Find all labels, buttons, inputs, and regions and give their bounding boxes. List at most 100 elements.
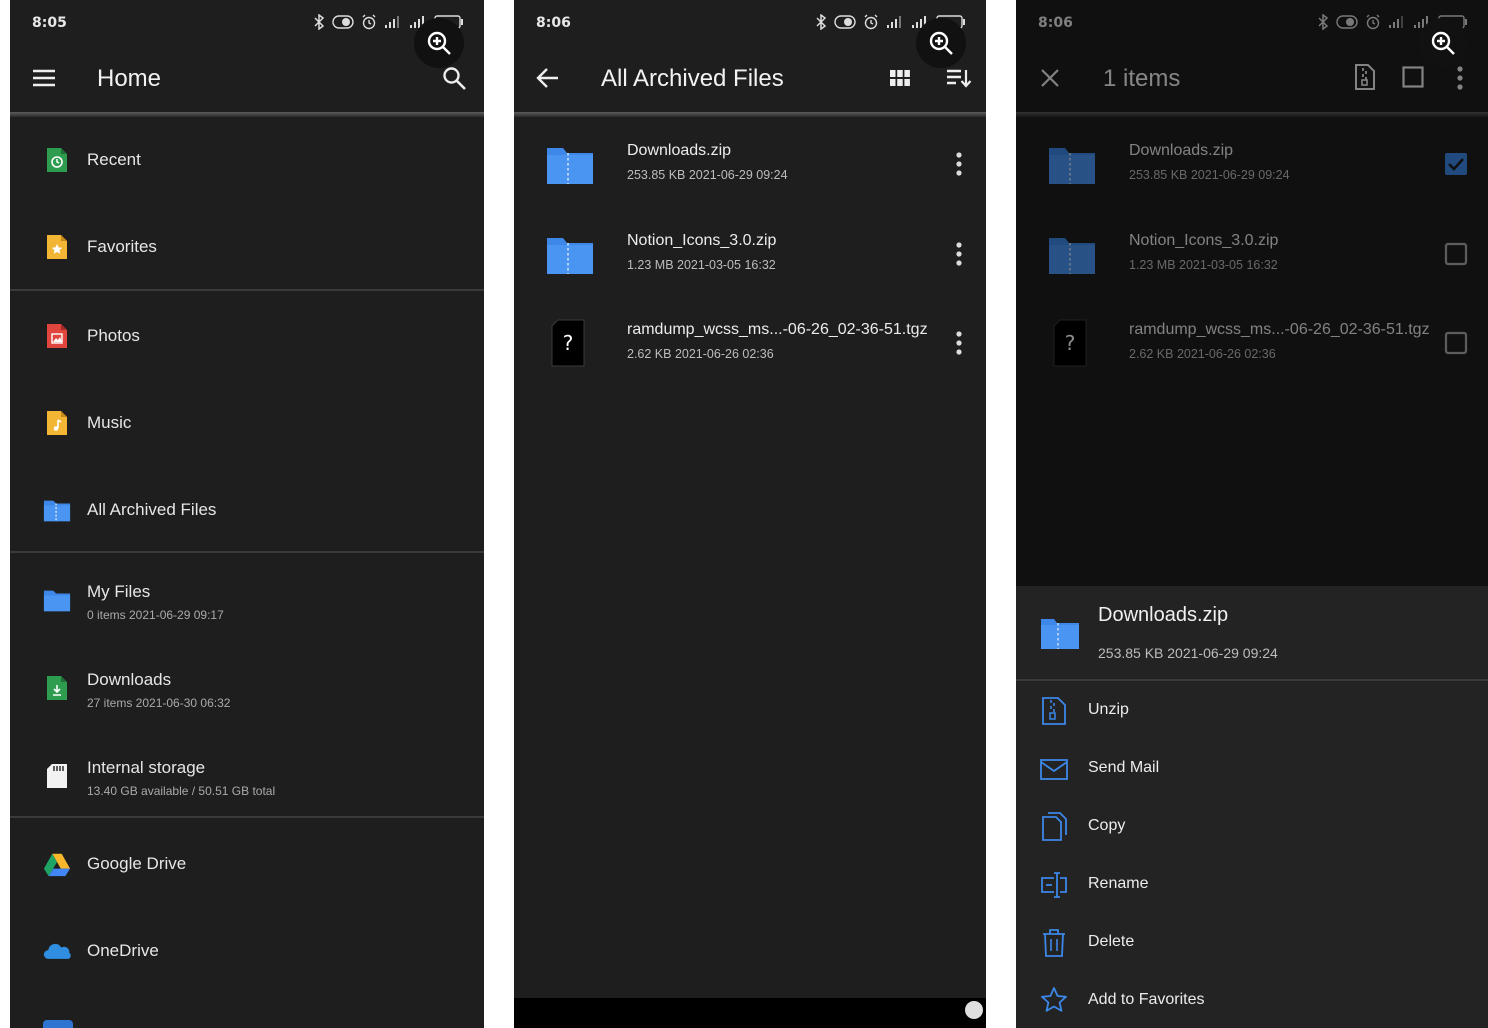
more-vert-icon[interactable] [956,152,962,176]
unzip-icon [1042,697,1066,725]
file-meta: 2.62 KB 2021-06-26 02:36 [627,347,774,361]
more-vert-icon[interactable] [956,242,962,266]
action-add-to-favorites[interactable]: Add to Favorites [1016,972,1488,1028]
nav-label: Music [87,413,132,432]
nav-label: All Archived Files [87,500,217,519]
toggle-icon [332,15,354,29]
nav-divider [10,816,484,818]
zip-folder-icon [547,148,593,184]
rename-icon [1041,872,1067,898]
nav-sub: 27 items 2021-06-30 06:32 [87,696,231,710]
back-arrow-icon[interactable] [536,66,560,90]
nav-label: Internal storage [87,758,206,777]
nav-item-internal-storage[interactable]: Internal storage 13.40 GB available / 50… [10,736,484,816]
star-icon [1041,987,1067,1012]
archived-files-screen: 8:06 All Archived Files Downloads.zip 25… [514,0,986,1028]
action-label: Rename [1088,875,1149,892]
status-bar: 8:05 [10,0,484,44]
home-screen: 8:05 Home Recent Favorites Photos Music … [10,0,484,1028]
trash-icon [1043,929,1065,957]
nav-item-downloads[interactable]: Downloads 27 items 2021-06-30 06:32 [10,648,484,728]
assistive-touch-icon[interactable] [965,1001,983,1019]
nav-item-my-files[interactable]: My Files 0 items 2021-06-29 09:17 [10,560,484,640]
nav-item-recent[interactable]: Recent [10,120,484,200]
page-title: Home [97,65,162,92]
sheet-divider [1016,679,1488,681]
file-meta: 1.23 MB 2021-03-05 16:32 [627,258,776,272]
svg-text:?: ? [563,331,574,355]
system-nav-bar [514,998,986,1028]
file-row[interactable]: ? ramdump_wcss_ms...-06-26_02-36-51.tgz … [514,297,986,387]
status-time: 8:06 [536,15,571,31]
downloads-icon [43,674,71,702]
unknown-file-icon: ? [551,319,585,367]
nav-label: Google Drive [87,854,187,873]
search-icon[interactable] [442,66,466,90]
menu-icon[interactable] [32,68,56,88]
zoom-button[interactable] [1418,18,1468,68]
toggle-icon [834,15,856,29]
sheet-file-name: Downloads.zip [1098,604,1229,626]
nav-label: OneDrive [87,941,159,960]
partial-icon [43,1020,73,1028]
nav-sub: 13.40 GB available / 50.51 GB total [87,784,276,798]
sort-icon[interactable] [946,68,972,88]
action-copy[interactable]: Copy [1016,798,1488,856]
app-bar-shadow [514,112,986,117]
status-time: 8:05 [32,15,67,31]
grid-view-icon[interactable] [890,70,910,86]
selection-screen: 8:06 1 items Downloads.zip 253.85 KB 202… [1016,0,1488,1028]
onedrive-icon [43,937,71,965]
recent-icon [43,146,71,174]
action-label: Delete [1088,933,1135,950]
nav-item-google-drive[interactable]: Google Drive [10,824,484,904]
action-unzip[interactable]: Unzip [1016,682,1488,740]
nav-label: Photos [87,326,140,345]
bluetooth-icon [816,14,827,30]
folder-icon [43,586,71,614]
action-label: Send Mail [1088,759,1160,776]
bluetooth-icon [314,14,325,30]
page-title: All Archived Files [601,65,784,92]
action-send-mail[interactable]: Send Mail [1016,740,1488,798]
nav-item-photos[interactable]: Photos [10,296,484,376]
zoom-in-icon [1431,31,1455,55]
sheet-file-meta: 253.85 KB 2021-06-29 09:24 [1098,645,1278,661]
file-meta: 253.85 KB 2021-06-29 09:24 [627,168,788,182]
nav-label: Recent [87,150,141,169]
music-icon [43,409,71,437]
nav-item-favorites[interactable]: Favorites [10,207,484,287]
app-bar-shadow [10,112,484,117]
nav-item-all-archived-files[interactable]: All Archived Files [10,470,484,550]
alarm-icon [864,14,878,30]
action-label: Unzip [1088,701,1129,718]
zip-folder-icon [1041,619,1079,649]
file-row[interactable]: Downloads.zip 253.85 KB 2021-06-29 09:24 [514,118,986,208]
nav-label: Downloads [87,670,172,689]
action-rename[interactable]: Rename [1016,856,1488,914]
nav-sub: 0 items 2021-06-29 09:17 [87,608,224,622]
nav-item-music[interactable]: Music [10,383,484,463]
signal-icon [887,16,901,28]
mail-icon [1040,759,1068,780]
action-delete[interactable]: Delete [1016,914,1488,972]
nav-item-onedrive[interactable]: OneDrive [10,911,484,991]
photos-icon [43,322,71,350]
more-vert-icon[interactable] [956,331,962,355]
nav-divider [10,289,484,291]
scrim-overlay[interactable] [1016,0,1488,586]
sd-card-icon [43,762,71,790]
file-name: Notion_Icons_3.0.zip [627,232,777,249]
nav-label: Favorites [87,237,157,256]
app-bar: Home [10,44,484,112]
signal-icon [385,16,399,28]
google-drive-icon [43,850,71,878]
alarm-icon [362,14,376,30]
file-row[interactable]: Notion_Icons_3.0.zip 1.23 MB 2021-03-05 … [514,208,986,298]
file-name: Downloads.zip [627,142,732,159]
action-label: Copy [1088,817,1126,834]
bottom-sheet: Downloads.zip 253.85 KB 2021-06-29 09:24… [1016,586,1488,1028]
nav-divider [10,551,484,553]
zip-folder-icon [547,238,593,274]
action-label: Add to Favorites [1088,991,1205,1008]
